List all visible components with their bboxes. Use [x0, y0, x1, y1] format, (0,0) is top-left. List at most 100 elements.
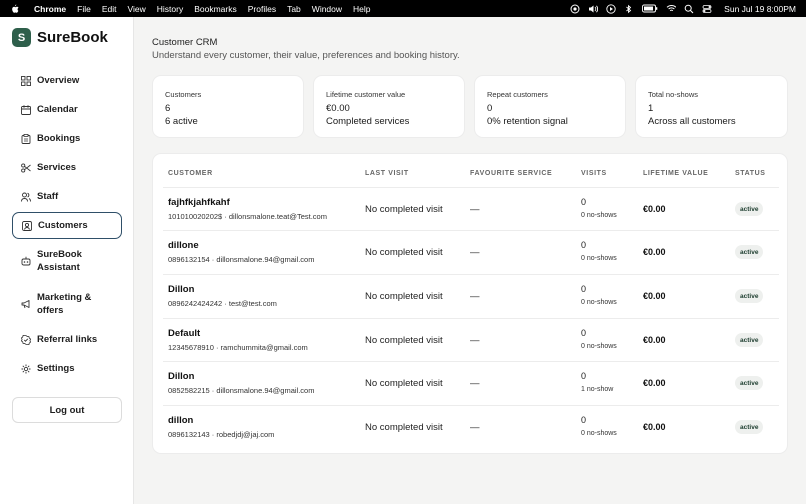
- column-header-customer[interactable]: CUSTOMER: [168, 170, 213, 177]
- last-visit: No completed visit: [365, 422, 443, 433]
- sidebar-item-settings[interactable]: Settings: [12, 362, 122, 375]
- stat-label: Total no-shows: [648, 90, 699, 99]
- column-header-status[interactable]: STATUS: [735, 170, 766, 177]
- battery-icon[interactable]: [642, 4, 658, 14]
- customer-name[interactable]: dillon: [168, 415, 193, 426]
- table-row[interactable]: Dillon 0852582215 · dillonsmalone.94@gma…: [163, 361, 779, 405]
- sidebar-item-label: Calendar: [37, 104, 78, 115]
- customer-contact: 0896132154 · dillonsmalone.94@gmail.com: [168, 255, 315, 264]
- stat-value: 6: [165, 103, 171, 114]
- customer-name[interactable]: Dillon: [168, 371, 194, 382]
- customer-contact: 0896132143 · robedjdj@jaj.com: [168, 430, 275, 439]
- control-center-icon[interactable]: [702, 4, 712, 14]
- menu-view[interactable]: View: [127, 4, 145, 14]
- apple-icon[interactable]: [10, 4, 22, 14]
- favourite-service: —: [470, 204, 480, 215]
- customer-name[interactable]: dillone: [168, 240, 199, 251]
- menu-bookmarks[interactable]: Bookmarks: [194, 4, 237, 14]
- status-badge: active: [735, 289, 764, 303]
- play-icon[interactable]: [606, 3, 616, 14]
- brand-name: SureBook: [37, 29, 108, 46]
- customer-name[interactable]: Dillon: [168, 284, 194, 295]
- column-header-last-visit[interactable]: LAST VISIT: [365, 170, 409, 177]
- sidebar-item-label: Settings: [37, 363, 75, 374]
- menu-app-name[interactable]: Chrome: [34, 4, 66, 14]
- table-row[interactable]: dillon 0896132143 · robedjdj@jaj.com No …: [163, 405, 779, 449]
- table-row[interactable]: Dillon 0896242424242 · test@test.com No …: [163, 274, 779, 318]
- sidebar-item-label: Staff: [37, 191, 59, 202]
- sidebar-item-label: Bookings: [37, 133, 81, 144]
- menu-profiles[interactable]: Profiles: [248, 4, 276, 14]
- logout-button[interactable]: Log out: [12, 397, 122, 423]
- menu-tab[interactable]: Tab: [287, 4, 301, 14]
- favourite-service: —: [470, 422, 480, 433]
- sidebar-item-label: Referral links: [37, 334, 98, 345]
- page-title: Customer CRM: [152, 37, 218, 48]
- customer-contact: 12345678910 · ramchummita@gmail.com: [168, 343, 308, 352]
- table-row[interactable]: Default 12345678910 · ramchummita@gmail.…: [163, 318, 779, 362]
- menu-edit[interactable]: Edit: [102, 4, 117, 14]
- column-header-lifetime-value[interactable]: LIFETIME VALUE: [643, 170, 708, 177]
- sidebar-item-label: Services: [37, 162, 77, 173]
- sidebar-item-label: Customers: [38, 220, 88, 231]
- menu-help[interactable]: Help: [353, 4, 370, 14]
- last-visit: No completed visit: [365, 247, 443, 258]
- lifetime-value: €0.00: [643, 204, 666, 214]
- status-badge: active: [735, 333, 764, 347]
- sidebar-item-overview[interactable]: Overview: [12, 74, 122, 87]
- stat-sub: 0% retention signal: [487, 116, 568, 127]
- sidebar-item-label: Overview: [37, 75, 80, 86]
- last-visit: No completed visit: [365, 204, 443, 215]
- favourite-service: —: [470, 247, 480, 258]
- visit-count: 0: [581, 415, 587, 425]
- wifi-icon[interactable]: [666, 4, 677, 14]
- menu-history[interactable]: History: [157, 4, 183, 14]
- sidebar-item-customers[interactable]: Customers: [12, 212, 122, 239]
- customer-name[interactable]: Default: [168, 328, 200, 339]
- stat-sub: 6 active: [165, 116, 198, 127]
- sidebar-item-bookings[interactable]: Bookings: [12, 132, 122, 145]
- last-visit: No completed visit: [365, 291, 443, 302]
- visit-count: 0: [581, 328, 587, 338]
- table-row[interactable]: fajhfkjahfkahf 101010020202$ · dillonsma…: [163, 187, 779, 231]
- no-show-count: 0 no-shows: [581, 212, 617, 219]
- lifetime-value: €0.00: [643, 291, 666, 301]
- no-show-count: 0 no-shows: [581, 299, 617, 306]
- column-header-favourite-service[interactable]: FAVOURITE SERVICE: [470, 170, 552, 177]
- sidebar-item-services[interactable]: Services: [12, 161, 122, 174]
- stat-label: Customers: [165, 90, 202, 99]
- customer-contact: 0896242424242 · test@test.com: [168, 299, 277, 308]
- customer-table: CUSTOMER LAST VISIT FAVOURITE SERVICE VI…: [152, 153, 788, 454]
- lifetime-value: €0.00: [643, 247, 666, 257]
- table-row[interactable]: dillone 0896132154 · dillonsmalone.94@gm…: [163, 230, 779, 274]
- sidebar-item-referral-links[interactable]: Referral links: [12, 333, 122, 346]
- sidebar-item-staff[interactable]: Staff: [12, 190, 122, 203]
- favourite-service: —: [470, 291, 480, 302]
- focus-icon[interactable]: [570, 4, 580, 14]
- no-show-count: 0 no-shows: [581, 343, 617, 350]
- users-icon: [21, 192, 31, 202]
- scissors-icon: [21, 162, 31, 173]
- brand[interactable]: S SureBook: [12, 28, 108, 47]
- search-icon[interactable]: [684, 4, 694, 14]
- volume-icon[interactable]: [588, 4, 599, 14]
- bluetooth-icon[interactable]: [624, 4, 634, 14]
- sidebar-item-surebook-assistant[interactable]: SureBook Assistant: [12, 248, 122, 274]
- badge-icon: [21, 334, 31, 345]
- stat-label: Lifetime customer value: [326, 90, 406, 99]
- brand-logo: S: [12, 28, 31, 47]
- sidebar: S SureBook Overview Calendar Bookings Se…: [0, 17, 134, 504]
- status-badge: active: [735, 202, 764, 216]
- stat-card-no-shows: Total no-shows 1 Across all customers: [635, 75, 788, 138]
- stat-sub: Completed services: [326, 116, 410, 127]
- sidebar-item-marketing[interactable]: Marketing & offers: [12, 291, 122, 317]
- customer-name[interactable]: fajhfkjahfkahf: [168, 197, 230, 208]
- status-badge: active: [735, 245, 764, 259]
- menu-file[interactable]: File: [77, 4, 91, 14]
- column-header-visits[interactable]: VISITS: [581, 170, 607, 177]
- menu-window[interactable]: Window: [312, 4, 342, 14]
- sidebar-item-calendar[interactable]: Calendar: [12, 103, 122, 116]
- last-visit: No completed visit: [365, 378, 443, 389]
- menu-bar: Chrome File Edit View History Bookmarks …: [0, 0, 806, 17]
- menu-clock[interactable]: Sun Jul 19 8:00PM: [724, 4, 796, 14]
